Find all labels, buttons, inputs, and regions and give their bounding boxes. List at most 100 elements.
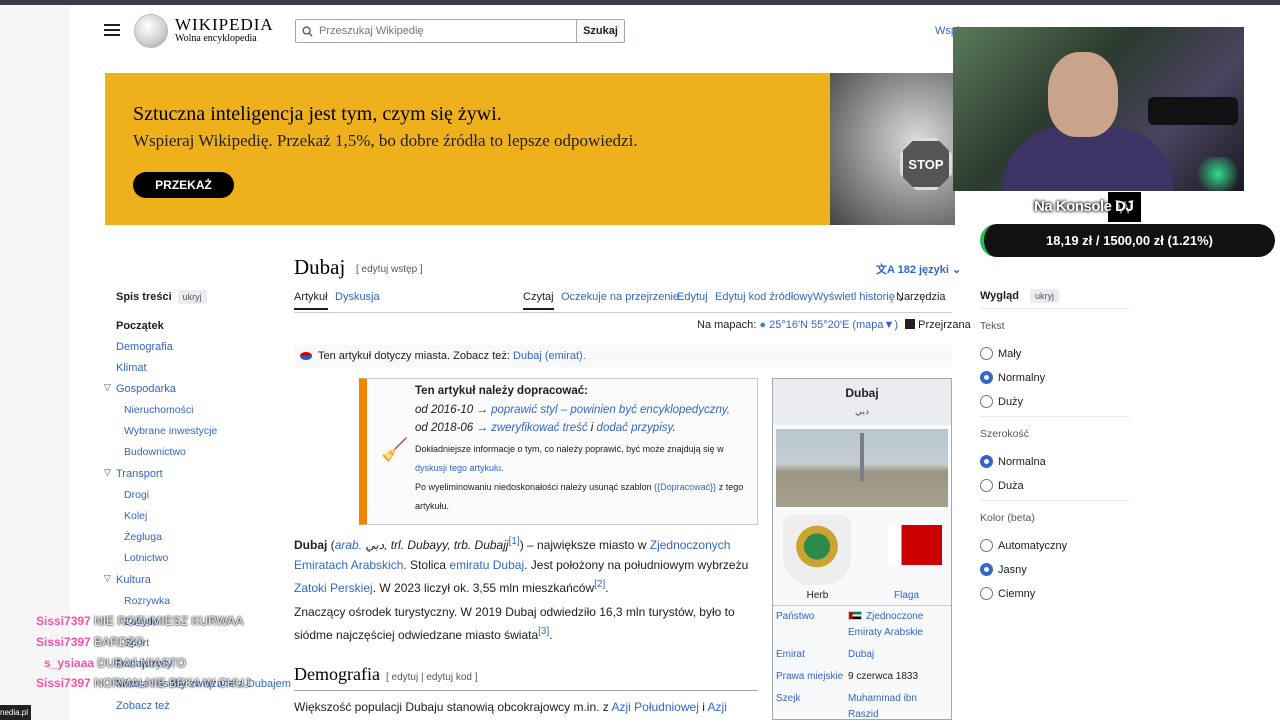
coat-of-arms[interactable]: Herb	[773, 511, 862, 605]
logo-wordmark[interactable]: WIKIPEDIA	[175, 15, 274, 35]
notice-link[interactable]: poprawić styl – powinien być encyklopedy…	[491, 404, 730, 416]
ref[interactable]: [3]	[538, 626, 549, 637]
section-edit-link[interactable]: [ edytuj | edytuj kod ]	[386, 672, 478, 683]
toc-subitem[interactable]: Rozrywka	[124, 595, 170, 607]
toc-hide-button[interactable]: ukryj	[177, 290, 207, 304]
infobox-title: Dubaj دبي	[773, 379, 951, 425]
radio-label: Automatyczny	[998, 540, 1068, 552]
chevron-down-icon[interactable]: ▽	[104, 573, 111, 584]
notice-end: .	[501, 463, 504, 473]
chat-message: s_ysiaaa DUBAJ MIASTO	[44, 656, 186, 670]
emirate-link[interactable]: emiratu Dubaj	[449, 558, 524, 572]
page-tabs: Artykuł Dyskusja Czytaj Oczekuje na prze…	[294, 291, 952, 313]
notice-link[interactable]: zweryfikować treść	[491, 422, 588, 434]
tab-edit[interactable]: Edytuj	[677, 291, 708, 303]
tab-article[interactable]: Artykuł	[294, 291, 328, 310]
row-key[interactable]: Prawa miejskie	[776, 669, 848, 685]
row-key[interactable]: Szejk	[776, 691, 848, 723]
row-value[interactable]: Muhammad ibn Raszid	[848, 691, 948, 723]
language-button[interactable]: 文A 182 języki ⌄	[876, 261, 961, 277]
talk-link[interactable]: dyskusji tego artykułu	[415, 463, 501, 473]
main-menu-button[interactable]	[104, 22, 120, 38]
toc-subitem[interactable]: Lotnictwo	[124, 552, 168, 564]
coords-link[interactable]: 25°16′N 55°20′E	[769, 319, 849, 331]
toc-item[interactable]: Kultura	[116, 574, 151, 586]
notice-link[interactable]: dodać przypisy	[597, 422, 673, 434]
overlay-tag: nedia.pl	[0, 705, 31, 720]
toc-subitem[interactable]: Kolej	[124, 510, 147, 522]
toc-item[interactable]: Klimat	[116, 362, 147, 374]
skyline-photo[interactable]	[776, 429, 948, 507]
tab-edit-source[interactable]: Edytuj kod źródłowy	[715, 291, 813, 303]
tab-talk[interactable]: Dyskusja	[335, 291, 380, 303]
arabic-name: دبي	[365, 538, 385, 552]
row-key[interactable]: Emirat	[776, 647, 848, 663]
radio-small[interactable]	[980, 347, 993, 360]
text: (	[327, 538, 335, 552]
radio-dark[interactable]	[980, 587, 993, 600]
toc-subitem[interactable]: Nieruchomości	[124, 404, 193, 416]
reviewed-label: Przejrzana	[918, 319, 971, 331]
flag[interactable]: Flaga	[862, 511, 951, 605]
edit-intro-link[interactable]: [ edytuj wstęp ]	[356, 264, 423, 275]
notice-small: Dokładniejsze informacje o tym, co należ…	[415, 444, 724, 454]
radio-label: Normalna	[998, 456, 1046, 468]
toc-subitem[interactable]: Drogi	[124, 489, 149, 501]
toc-subitem[interactable]: Budownictwo	[124, 446, 186, 458]
chat-username: s_ysiaaa	[44, 656, 95, 670]
radio-normal[interactable]	[980, 371, 993, 384]
appearance-hide-button[interactable]: ukryj	[1030, 289, 1060, 303]
gulf-link[interactable]: Zatoki Perskiej	[294, 581, 373, 595]
notice-end: .	[672, 422, 676, 434]
arab-link[interactable]: arab.	[335, 538, 366, 552]
search-input[interactable]: Przeszukaj Wikipedię	[295, 19, 577, 43]
hatnote-link[interactable]: Dubaj (emirat).	[513, 350, 586, 362]
tab-history[interactable]: Wyświetl historię	[813, 291, 895, 303]
text: Większość populacji Dubaju stanowią obco…	[294, 700, 612, 714]
template-link[interactable]: {{Dopracować}}	[654, 482, 716, 492]
toc-item[interactable]: Gospodarka	[116, 383, 176, 395]
south-asia-link[interactable]: Azji Południowej	[611, 700, 698, 714]
radio-width-normal[interactable]	[980, 455, 993, 468]
toc-item[interactable]: Początek	[116, 320, 164, 332]
chat-text: BARDZO	[94, 635, 145, 649]
tools-menu[interactable]: Narzędzia ⌄	[896, 291, 946, 304]
channel-name: Na Konsole DJ	[1034, 198, 1134, 215]
toc-item[interactable]: Demografia	[116, 341, 173, 353]
tab-read[interactable]: Czytaj	[523, 291, 554, 310]
ref[interactable]: [2]	[594, 579, 605, 590]
toc-subitem[interactable]: Wybrane inwestycje	[124, 425, 217, 437]
chat-message: Sissi7397 NIE ROZUMIESZ KURWAA	[36, 614, 243, 628]
row-value[interactable]: Dubaj	[848, 647, 948, 663]
flag-caption[interactable]: Flaga	[862, 590, 951, 601]
row-value[interactable]: Zjednoczone Emiraty Arabskie	[848, 609, 948, 641]
search-placeholder: Przeszukaj Wikipedię	[319, 25, 424, 37]
text: Znaczący ośrodek turystyczny. W 2019 Dub…	[294, 605, 735, 642]
fundraising-banner: Sztuczna inteligencja jest tym, czym się…	[105, 73, 955, 225]
toc-subitem[interactable]: Żegluga	[124, 531, 162, 543]
chevron-down-icon[interactable]: ▽	[104, 382, 111, 393]
asia-link[interactable]: Azji	[708, 700, 727, 714]
donate-button[interactable]: PRZEKAŻ	[133, 172, 234, 198]
search-button[interactable]: Szukaj	[576, 19, 625, 43]
chevron-down-icon[interactable]: ▽	[104, 467, 111, 478]
tab-pending[interactable]: Oczekuje na przejrzenie	[561, 291, 679, 303]
ref[interactable]: [1]	[509, 536, 520, 547]
banner-headline: Sztuczna inteligencja jest tym, czym się…	[133, 103, 502, 125]
text: . W 2023 liczył ok. 3,55 mln mieszkańców	[372, 581, 595, 595]
donation-goal-bar: 18,19 zł / 1500,00 zł (1.21%)	[980, 224, 1275, 257]
text: .	[549, 628, 553, 642]
row-key[interactable]: Państwo	[776, 609, 848, 641]
chat-username: Sissi7397	[36, 614, 91, 628]
radio-auto[interactable]	[980, 539, 993, 552]
toc-item[interactable]: Transport	[116, 468, 163, 480]
text: ) – największe miasto w	[519, 538, 650, 552]
notice-date: od 2016-10 →	[415, 404, 492, 416]
radio-light[interactable]	[980, 563, 993, 576]
radio-large[interactable]	[980, 395, 993, 408]
wikipedia-globe-icon[interactable]	[134, 14, 168, 48]
map-link[interactable]: (mapa▼)	[852, 319, 898, 331]
language-count: 182 języki	[897, 264, 949, 276]
radio-label: Ciemny	[998, 588, 1036, 600]
radio-width-wide[interactable]	[980, 479, 993, 492]
